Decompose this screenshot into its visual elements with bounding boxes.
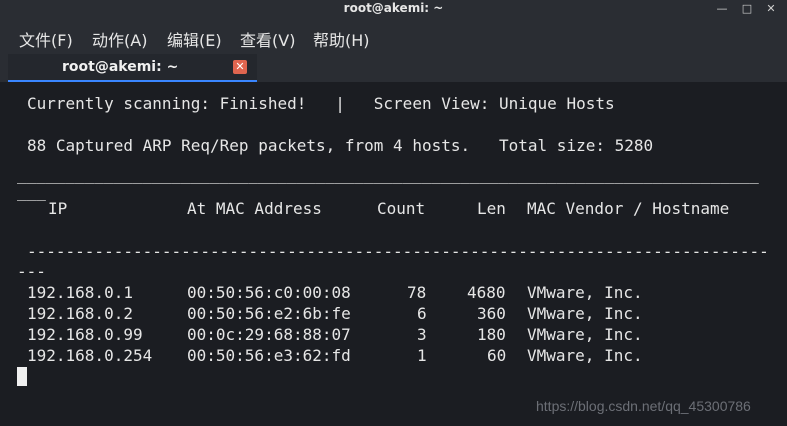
row-vendor: VMware, Inc. (527, 346, 643, 365)
row-len: 180 (477, 325, 506, 344)
row-mac: 00:50:56:e2:6b:fe (187, 304, 351, 323)
window-title: root@akemi: ~ (343, 1, 444, 15)
row-vendor: VMware, Inc. (527, 325, 643, 344)
window-titlebar[interactable]: root@akemi: ~ — □ ✕ (0, 0, 787, 18)
row-len: 4680 (467, 283, 506, 302)
watermark-text: https://blog.csdn.net/qq_45300786 (536, 398, 751, 414)
dash-line: ----------------------------------------… (27, 242, 769, 261)
row-mac: 00:0c:29:68:88:07 (187, 325, 351, 344)
menu-action[interactable]: 动作(A) (92, 27, 147, 51)
summary-line: 88 Captured ARP Req/Rep packets, from 4 … (27, 136, 654, 155)
row-count: 1 (417, 346, 427, 365)
header-count: Count (377, 199, 426, 218)
terminal-cursor (17, 367, 27, 386)
row-len: 60 (487, 346, 507, 365)
header-vendor: MAC Vendor / Hostname (527, 199, 730, 218)
row-count: 3 (417, 325, 427, 344)
header-mac: At MAC Address (187, 199, 322, 218)
tab-bar: root@akemi: ~ ✕ (0, 54, 787, 82)
row-ip: 192.168.0.1 (27, 283, 133, 302)
terminal-output[interactable]: Currently scanning: Finished! | Screen V… (8, 82, 779, 426)
separator-line: ________________________________________… (17, 165, 759, 184)
terminal-scrollbar[interactable] (779, 82, 787, 426)
row-ip: 192.168.0.254 (27, 346, 153, 365)
header-ip: IP (48, 199, 68, 218)
menu-bar: 文件(F) 动作(A) 编辑(E) 查看(V) 帮助(H) (0, 18, 787, 54)
row-vendor: VMware, Inc. (527, 283, 643, 302)
row-len: 360 (477, 304, 506, 323)
header-len: Len (477, 199, 506, 218)
row-mac: 00:50:56:c0:00:08 (187, 283, 351, 302)
row-count: 78 (407, 283, 427, 302)
maximize-icon[interactable]: □ (740, 2, 754, 16)
dash-wrap: --- (17, 262, 46, 281)
status-line: Currently scanning: Finished! | Screen V… (27, 94, 615, 113)
row-ip: 192.168.0.2 (27, 304, 133, 323)
tab-label: root@akemi: ~ (62, 59, 179, 75)
minimize-icon[interactable]: — (715, 2, 729, 16)
menu-edit[interactable]: 编辑(E) (167, 27, 222, 51)
menu-view[interactable]: 查看(V) (240, 27, 295, 51)
row-vendor: VMware, Inc. (527, 304, 643, 323)
row-ip: 192.168.0.99 (27, 325, 143, 344)
row-count: 6 (417, 304, 427, 323)
tab-terminal[interactable]: root@akemi: ~ ✕ (8, 54, 257, 82)
tab-close-icon[interactable]: ✕ (233, 60, 247, 74)
separator-wrap: ___ (17, 182, 46, 201)
row-mac: 00:50:56:e3:62:fd (187, 346, 351, 365)
menu-file[interactable]: 文件(F) (19, 27, 73, 51)
menu-help[interactable]: 帮助(H) (313, 27, 370, 51)
close-icon[interactable]: ✕ (764, 2, 778, 16)
